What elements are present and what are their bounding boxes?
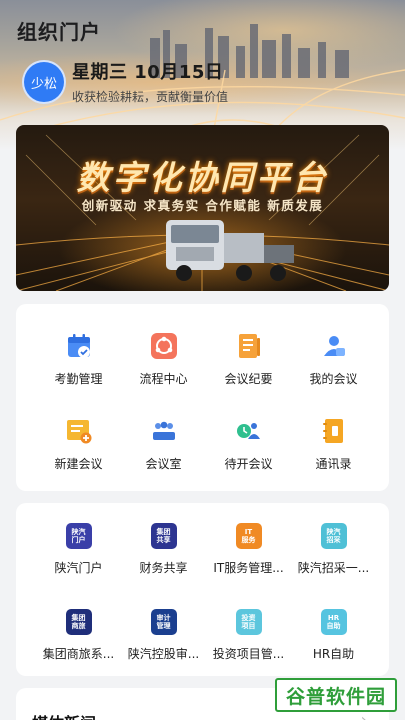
it-service-icon: IT 服务	[235, 523, 262, 549]
finance-share-icon: 集团 共享	[150, 523, 177, 549]
app-investment-project[interactable]: 投资 项目 投资项目管...	[202, 609, 295, 662]
app-label: 陕汽门户	[54, 561, 103, 575]
user-greeting: 少松 星期三 10月15日 收获检验耕耘，贡献衡量价值	[22, 60, 392, 106]
app-label: 流程中心	[139, 372, 188, 386]
app-meeting-room[interactable]: 会议室	[117, 417, 210, 472]
app-shaanqi-portal[interactable]: 陕汽 门户 陕汽门户	[32, 523, 125, 576]
pending-meeting-icon	[236, 423, 260, 439]
banner-subtitle: 创新驱动 求真务实 合作赋能 新质发展	[81, 198, 324, 213]
investment-project-icon: 投资 项目	[235, 609, 262, 635]
app-flow-center[interactable]: 流程中心	[117, 332, 210, 387]
portal-apps-card: 陕汽 门户 陕汽门户 集团 共享 财务共享 IT 服务 IT服务管理... 陕汽 招采 …	[16, 503, 389, 676]
app-label: 会议室	[145, 457, 182, 471]
app-my-meeting[interactable]: 我的会议	[287, 332, 380, 387]
app-it-service[interactable]: IT 服务 IT服务管理...	[202, 523, 295, 576]
app-finance-share[interactable]: 集团 共享 财务共享	[117, 523, 210, 576]
avatar[interactable]: 少松	[22, 60, 66, 104]
app-business-travel[interactable]: 集团 商旅 集团商旅系...	[32, 609, 125, 662]
watermark-logo: 谷普软件园	[275, 678, 397, 712]
app-label: 陕汽招采一...	[297, 561, 370, 575]
app-label: 新建会议	[54, 457, 103, 471]
my-meeting-icon	[323, 336, 345, 356]
app-audit[interactable]: 审计 管理 陕汽控股审...	[117, 609, 210, 662]
promo-banner[interactable]: 数字化协同平台 创新驱动 求真务实 合作赋能 新质发展	[16, 125, 389, 291]
portal-apps-grid: 陕汽 门户 陕汽门户 集团 共享 财务共享 IT 服务 IT服务管理... 陕汽 招采 …	[16, 503, 389, 676]
new-meeting-icon	[66, 420, 91, 444]
business-travel-icon: 集团 商旅	[65, 609, 92, 635]
contacts-icon	[322, 419, 343, 443]
app-attendance[interactable]: 考勤管理	[32, 332, 125, 387]
banner-title: 数字化协同平台	[76, 158, 329, 197]
app-label: 考勤管理	[54, 372, 103, 386]
app-label: 集团商旅系...	[42, 647, 115, 661]
office-apps-grid: 考勤管理 流程中心 会议纪要 我的会议 新建会议 会议室 待开会议 通讯录	[16, 304, 389, 491]
app-label: 会议纪要	[224, 372, 273, 386]
shaanqi-portal-icon: 陕汽 门户	[65, 523, 92, 549]
app-meeting-notes[interactable]: 会议纪要	[202, 332, 295, 387]
page-title: 组织门户	[17, 20, 101, 44]
app-label: HR自助	[312, 647, 355, 661]
app-label: 待开会议	[224, 457, 273, 471]
meeting-room-icon	[152, 421, 175, 440]
hr-self-service-icon: HR 自助	[320, 609, 347, 635]
app-contacts[interactable]: 通讯录	[287, 417, 380, 472]
app-label: 财务共享	[139, 561, 188, 575]
app-pending-meeting[interactable]: 待开会议	[202, 417, 295, 472]
news-section-title: 媒体新闻	[32, 710, 96, 720]
app-label: 我的会议	[309, 372, 358, 386]
app-hr-self-service[interactable]: HR 自助 HR自助	[287, 609, 380, 662]
app-label: 投资项目管...	[212, 647, 285, 661]
procurement-icon: 陕汽 招采	[320, 523, 347, 549]
calendar-check-icon	[67, 334, 90, 358]
flow-center-icon	[150, 333, 177, 359]
app-new-meeting[interactable]: 新建会议	[32, 417, 125, 472]
app-label: 陕汽控股审...	[127, 647, 200, 661]
app-label: IT服务管理...	[213, 561, 284, 575]
office-apps-card: 考勤管理 流程中心 会议纪要 我的会议 新建会议 会议室 待开会议 通讯录	[16, 304, 389, 491]
app-label: 通讯录	[315, 457, 352, 471]
app-procurement[interactable]: 陕汽 招采 陕汽招采一...	[287, 523, 380, 576]
date-display: 星期三 10月15日	[72, 62, 224, 83]
audit-icon: 审计 管理	[150, 609, 177, 635]
meeting-notes-icon	[238, 334, 260, 358]
slogan-text: 收获检验耕耘，贡献衡量价值	[72, 90, 229, 104]
